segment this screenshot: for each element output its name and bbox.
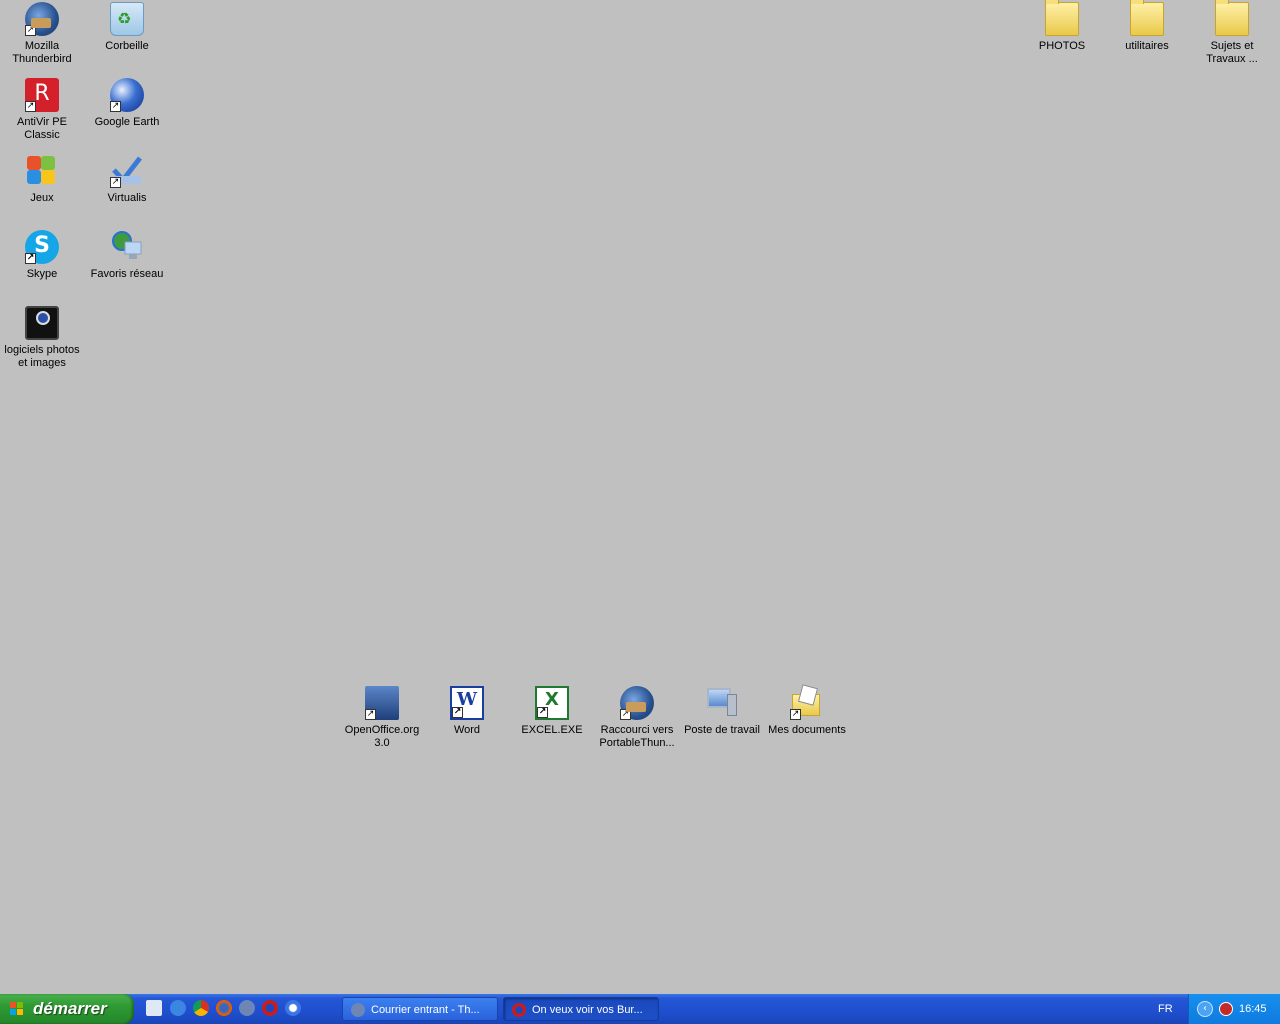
desktop-icon-label: OpenOffice.org 3.0 bbox=[344, 724, 420, 749]
start-button[interactable]: démarrer bbox=[0, 994, 134, 1024]
desktop-icon-label: PHOTOS bbox=[1038, 40, 1086, 52]
desktop-icon-label: EXCEL.EXE bbox=[521, 724, 583, 736]
desktop-icon-excel[interactable]: X ↗ EXCEL.EXE bbox=[510, 686, 594, 737]
desktop-icon-antivir[interactable]: R ↗ AntiVir PE Classic bbox=[0, 78, 84, 142]
opera-icon[interactable] bbox=[262, 1000, 278, 1016]
desktop-icon-thunderbird[interactable]: ↗ Mozilla Thunderbird bbox=[0, 2, 84, 66]
openoffice-icon: ↗ bbox=[365, 686, 399, 720]
system-tray: ‹ 16:45 bbox=[1188, 994, 1280, 1024]
desktop-icon-google-earth[interactable]: ↗ Google Earth bbox=[85, 78, 169, 129]
excel-icon: X ↗ bbox=[535, 686, 569, 720]
skype-icon: S ↗ bbox=[25, 230, 59, 264]
thunderbird-icon: ↗ bbox=[620, 686, 654, 720]
desktop-icon-poste-de-travail[interactable]: Poste de travail bbox=[680, 686, 764, 737]
desktop-icon-label: Sujets et Travaux ... bbox=[1206, 40, 1258, 65]
desktop-icon-portable-thunderbird[interactable]: ↗ Raccourci vers PortableThun... bbox=[595, 686, 679, 750]
language-indicator[interactable]: FR bbox=[1158, 994, 1173, 1024]
desktop-icon-label: Jeux bbox=[30, 192, 54, 204]
desktop-icon-word[interactable]: W ↗ Word bbox=[425, 686, 509, 737]
internet-explorer-icon[interactable] bbox=[170, 1000, 186, 1016]
desktop-icon-label: Mozilla Thunderbird bbox=[12, 40, 72, 65]
thunderbird-icon: ↗ bbox=[25, 2, 59, 36]
word-icon: W ↗ bbox=[450, 686, 484, 720]
firefox-icon[interactable] bbox=[216, 1000, 232, 1016]
desktop-icon-label: Skype bbox=[26, 268, 58, 280]
taskbar: démarrer Courrier entrant - Th... On veu… bbox=[0, 994, 1280, 1024]
antivir-icon: R ↗ bbox=[25, 78, 59, 112]
desktop-icon-label: Mes documents bbox=[768, 724, 846, 736]
windows-logo-icon bbox=[10, 1002, 24, 1016]
folder-icon bbox=[1215, 0, 1249, 36]
desktop-icon-virtualis[interactable]: ↗ Virtualis bbox=[85, 154, 169, 205]
desktop-icon-label: Raccourci vers PortableThun... bbox=[599, 724, 675, 749]
desktop[interactable]: ↗ Mozilla Thunderbird ♻ Corbeille R ↗ Ant… bbox=[0, 0, 1280, 994]
desktop-icon-label: logiciels photos et images bbox=[4, 344, 80, 369]
chevron-left-icon[interactable]: ‹ bbox=[1197, 1001, 1213, 1017]
desktop-folder-photos[interactable]: PHOTOS bbox=[1020, 0, 1104, 53]
show-desktop-icon[interactable] bbox=[146, 1000, 162, 1016]
desktop-icon-jeux[interactable]: Jeux bbox=[0, 154, 84, 205]
desktop-icon-label: Corbeille bbox=[105, 40, 149, 52]
desktop-icon-skype[interactable]: S ↗ Skype bbox=[0, 230, 84, 281]
my-documents-icon: ↗ bbox=[790, 686, 824, 720]
my-computer-icon bbox=[705, 686, 739, 720]
desktop-icon-openoffice[interactable]: ↗ OpenOffice.org 3.0 bbox=[340, 686, 424, 750]
chrome-icon[interactable] bbox=[193, 1000, 209, 1016]
task-label: Courrier entrant - Th... bbox=[371, 1004, 480, 1016]
virtualis-icon: ↗ bbox=[110, 154, 144, 188]
google-earth-icon: ↗ bbox=[110, 78, 144, 112]
folder-icon bbox=[1130, 0, 1164, 36]
task-label: On veux voir vos Bur... bbox=[532, 1004, 643, 1016]
desktop-folder-sujets-travaux[interactable]: Sujets et Travaux ... bbox=[1190, 0, 1274, 66]
games-icon bbox=[25, 154, 59, 188]
desktop-folder-utilitaires[interactable]: utilitaires bbox=[1105, 0, 1189, 53]
desktop-icon-label: Favoris réseau bbox=[90, 268, 164, 280]
antivir-tray-icon[interactable] bbox=[1219, 1002, 1233, 1016]
desktop-icon-recycle-bin[interactable]: ♻ Corbeille bbox=[85, 2, 169, 53]
camera-icon bbox=[25, 306, 59, 340]
folder-icon bbox=[1045, 0, 1079, 36]
desktop-icon-mes-documents[interactable]: ↗ Mes documents bbox=[765, 686, 849, 737]
desktop-icon-label: Poste de travail bbox=[684, 724, 760, 736]
media-player-icon[interactable] bbox=[285, 1000, 301, 1016]
recycle-bin-icon: ♻ bbox=[110, 2, 144, 36]
task-button-on-veux-voir[interactable]: On veux voir vos Bur... bbox=[503, 997, 659, 1021]
desktop-icon-label: AntiVir PE Classic bbox=[17, 116, 67, 141]
desktop-icon-favoris-reseau[interactable]: Favoris réseau bbox=[85, 230, 169, 281]
network-places-icon bbox=[110, 230, 144, 264]
start-label: démarrer bbox=[33, 999, 107, 1018]
desktop-icon-label: utilitaires bbox=[1125, 40, 1169, 52]
desktop-icon-logiciels-photos[interactable]: logiciels photos et images bbox=[0, 306, 84, 370]
desktop-icon-label: Virtualis bbox=[107, 192, 147, 204]
desktop-icon-label: Word bbox=[453, 724, 481, 736]
desktop-icon-label: Google Earth bbox=[94, 116, 160, 128]
task-button-courrier-entrant[interactable]: Courrier entrant - Th... bbox=[342, 997, 498, 1021]
thunderbird-icon bbox=[351, 1003, 365, 1017]
clock[interactable]: 16:45 bbox=[1239, 994, 1267, 1024]
thunderbird-icon[interactable] bbox=[239, 1000, 255, 1016]
opera-icon bbox=[512, 1003, 526, 1017]
